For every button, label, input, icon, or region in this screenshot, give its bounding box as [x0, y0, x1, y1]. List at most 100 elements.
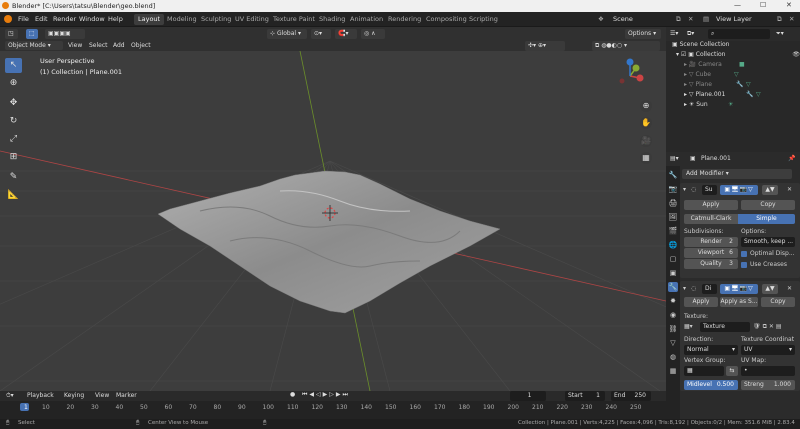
zoom-icon[interactable]: ⊕ — [640, 100, 652, 112]
tab-uv-editing[interactable]: UV Editing — [231, 14, 273, 25]
close-button[interactable]: ✕ — [786, 1, 792, 9]
tab-shading[interactable]: Shading — [315, 14, 349, 25]
menu-edit[interactable]: Edit — [35, 15, 48, 23]
properties-editor-icon[interactable]: ▤▾ — [670, 155, 679, 162]
orientation-gizmo[interactable] — [610, 56, 650, 96]
expand-icon[interactable]: ▾ — [683, 285, 686, 292]
world-tab-icon[interactable]: 🌐 — [668, 240, 678, 250]
menu-playback[interactable]: Playback — [27, 392, 54, 399]
viewport-gizmo-toggles[interactable]: ✣▾ ⊕▾ — [525, 41, 565, 51]
menu-file[interactable]: File — [18, 15, 29, 23]
subsurf-copy-button[interactable]: Copy — [741, 200, 795, 210]
record-icon[interactable]: ● — [290, 391, 295, 398]
tab-modeling[interactable]: Modeling — [163, 14, 201, 25]
viewport-levels-field[interactable]: Viewport 6 — [684, 248, 738, 258]
menu-object[interactable]: Object — [131, 42, 151, 49]
texture-coords-select[interactable]: UV ▾ — [741, 345, 795, 355]
delete-scene-icon[interactable]: ✕ — [688, 15, 693, 23]
pan-hand-icon[interactable]: ✋ — [640, 117, 652, 129]
tool-tab-icon[interactable]: 🔧 — [668, 170, 678, 180]
midlevel-field[interactable]: Midlevel 0.500 — [684, 380, 738, 390]
outliner-row-plane-001[interactable]: ▸ ▽ Plane.001🔧▽👁 — [684, 91, 800, 101]
texture-browse-icon[interactable]: ▦▾ — [684, 323, 693, 330]
mode-select[interactable]: Object Mode ▾ — [5, 41, 63, 50]
menu-render[interactable]: Render — [53, 15, 76, 23]
object-tab-icon[interactable]: ▣ — [668, 268, 678, 278]
display-mode-icon[interactable]: ⧉▾ — [687, 30, 694, 38]
snap-icon[interactable]: 🧲▾ — [335, 29, 357, 39]
menu-timeline-view[interactable]: View — [95, 392, 109, 399]
scale-tool-icon[interactable]: ⤢ — [5, 132, 22, 147]
menu-add[interactable]: Add — [113, 42, 125, 49]
displace-name-field[interactable]: Di — [702, 284, 717, 294]
rotate-tool-icon[interactable]: ↻ — [5, 114, 22, 129]
blender-menu-icon[interactable] — [4, 15, 12, 23]
outliner-row-camera[interactable]: ▸ 🎥 Camera ■ — [684, 61, 800, 71]
delete-view-layer-icon[interactable]: ✕ — [789, 15, 794, 23]
new-view-layer-icon[interactable]: ⧉ — [777, 15, 782, 24]
maximize-button[interactable]: ☐ — [760, 1, 766, 9]
add-modifier-button[interactable]: Add Modifier ▾ — [682, 169, 792, 179]
particles-tab-icon[interactable]: ✸ — [668, 296, 678, 306]
strength-field[interactable]: Streng 1.000 — [741, 380, 795, 390]
outliner-row-scene-collection[interactable]: ▣ Scene Collection — [672, 41, 800, 51]
terrain-mesh[interactable] — [157, 170, 501, 314]
texture-tab-icon[interactable]: ▦ — [668, 366, 678, 376]
outliner-search-input[interactable]: ⌕ — [708, 29, 770, 39]
outliner-row-cube[interactable]: ▸ ▽ Cube ▽ — [684, 71, 800, 81]
timeline[interactable]: 1 10 20 30 40 50 60 70 80 90 100 110 120 130 140 150 160… — [0, 401, 666, 419]
selection-mode-icons[interactable]: ▣▣▣▣ — [45, 29, 85, 39]
texture-field[interactable]: Texture — [700, 322, 750, 332]
uv-smooth-select[interactable]: Smooth, keep ... — [741, 237, 795, 247]
start-frame-field[interactable]: Start 1 — [565, 391, 605, 401]
menu-marker[interactable]: Marker — [116, 392, 137, 399]
scene-icon[interactable]: ❖ — [598, 15, 604, 23]
cursor-tool-icon[interactable]: ⊕ — [5, 76, 22, 91]
outliner-row-collection[interactable]: ▾ ☑ ▣ Collection 👁 — [676, 51, 800, 61]
displace-apply-button[interactable]: Apply — [684, 297, 718, 307]
tab-sculpting[interactable]: Sculpting — [197, 14, 235, 25]
tab-layout[interactable]: Layout — [134, 14, 165, 25]
catmull-clark-button[interactable]: Catmull-Clark — [684, 214, 738, 224]
tab-compositing[interactable]: Compositing — [422, 14, 471, 25]
pivot-point-icon[interactable]: ⊙▾ — [311, 29, 331, 39]
measure-tool-icon[interactable]: 📐 — [5, 188, 22, 203]
outliner-editor-icon[interactable]: ☰▾ — [670, 30, 678, 37]
tab-rendering[interactable]: Rendering — [384, 14, 425, 25]
outliner-row-plane[interactable]: ▸ ▽ Plane 🔧 ▽ — [684, 81, 800, 91]
shading-mode-icons[interactable]: ⧉ ◍●◐○ ▾ — [592, 41, 660, 51]
texture-action-icons[interactable]: 🛡⧉✕▤ — [753, 323, 784, 331]
physics-tab-icon[interactable]: ◉ — [668, 310, 678, 320]
camera-view-icon[interactable]: 🎥 — [640, 135, 652, 147]
timeline-editor-icon[interactable]: ⏱▾ — [6, 392, 14, 400]
expand-icon[interactable]: ▾ — [683, 186, 686, 193]
optimal-display-checkbox[interactable]: Optimal Disp... — [741, 250, 795, 257]
view-layer-name[interactable]: View Layer — [716, 15, 752, 23]
render-tab-icon[interactable]: 📷 — [668, 184, 678, 194]
menu-select[interactable]: Select — [89, 42, 108, 49]
subsurf-name-field[interactable]: Su — [702, 185, 717, 195]
transform-orientation-select[interactable]: ⊹ Global ▾ — [267, 29, 307, 39]
new-scene-icon[interactable]: ⧉ — [676, 15, 681, 24]
scene-tab-icon[interactable]: 🎬 — [668, 226, 678, 236]
remove-modifier-icon[interactable]: ✕ — [787, 285, 792, 292]
move-tool-icon[interactable]: ✥ — [5, 96, 22, 111]
subsurf-apply-button[interactable]: Apply — [684, 200, 738, 210]
transform-tool-icon[interactable]: ⊞ — [5, 150, 22, 165]
direction-select[interactable]: Normal ▾ — [684, 345, 738, 355]
select-box-icon[interactable]: ⬚ — [26, 29, 38, 39]
collection-tab-icon[interactable]: ▢ — [668, 254, 678, 264]
filter-icon[interactable]: ⏷▾ — [776, 30, 784, 38]
pin-icon[interactable]: 📌 — [788, 155, 795, 162]
minimize-button[interactable]: — — [734, 1, 741, 9]
displace-copy-button[interactable]: Copy — [761, 297, 795, 307]
visibility-eye-icon[interactable]: 👁 — [792, 51, 800, 58]
menu-keying[interactable]: Keying — [64, 392, 84, 399]
tab-scripting[interactable]: Scripting — [465, 14, 502, 25]
editor-type-icon[interactable]: ◳ — [5, 29, 18, 39]
tab-animation[interactable]: Animation — [346, 14, 387, 25]
select-tool-icon[interactable]: ↖ — [5, 58, 22, 73]
simple-button[interactable]: Simple — [738, 214, 795, 224]
vertex-group-field[interactable]: ▦ — [684, 366, 724, 376]
quality-field[interactable]: Quality 3 — [684, 259, 738, 269]
